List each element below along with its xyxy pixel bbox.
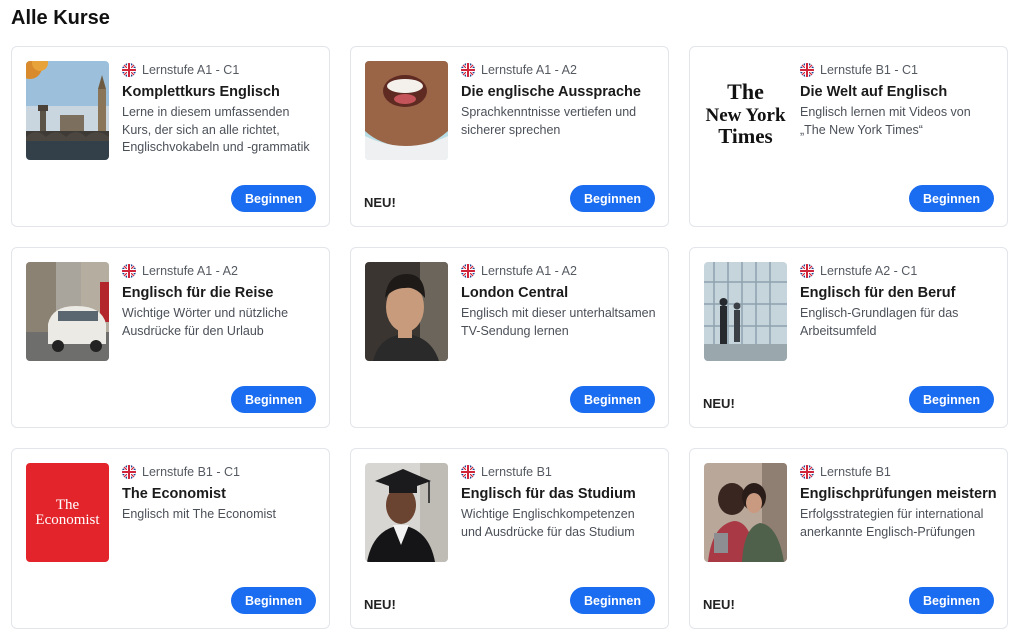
course-title: Englisch für die Reise (122, 285, 274, 301)
course-title: Englisch für den Beruf (800, 285, 956, 301)
start-button[interactable]: Beginnen (909, 386, 994, 413)
course-card[interactable]: The New York Times Lernstufe B1 - C1 Die… (689, 46, 1008, 227)
logo-line: Times (718, 124, 772, 148)
new-badge: NEU! (364, 195, 396, 210)
course-level: Lernstufe A1 - A2 (142, 264, 238, 278)
start-button[interactable]: Beginnen (570, 587, 655, 614)
course-card[interactable]: Lernstufe A1 - A2 London Central Englisc… (350, 247, 669, 428)
course-description: Englisch mit dieser unterhaltsamen TV-Se… (461, 306, 656, 338)
course-title: The Economist (122, 486, 226, 502)
course-level: Lernstufe B1 - C1 (820, 63, 918, 77)
start-button[interactable]: Beginnen (570, 386, 655, 413)
start-button[interactable]: Beginnen (231, 386, 316, 413)
course-title: Englisch für das Studium (461, 486, 636, 502)
uk-flag-icon (122, 63, 136, 77)
course-card[interactable]: Lernstufe A1 - A2 Englisch für die Reise… (11, 247, 330, 428)
course-level: Lernstufe A2 - C1 (820, 264, 918, 278)
man-portrait-image (365, 262, 448, 361)
course-description: Englisch lernen mit Videos von „The New … (800, 105, 971, 137)
course-grid: Lernstufe A1 - C1 Komplettkurs Englisch … (11, 46, 1008, 629)
course-title: London Central (461, 285, 569, 301)
course-title: Die Welt auf Englisch (800, 84, 948, 100)
new-badge: NEU! (703, 396, 735, 411)
new-badge: NEU! (364, 597, 396, 612)
london-taxi-image (26, 262, 109, 361)
course-description: Erfolgsstrategien für international aner… (800, 507, 984, 539)
course-description: Wichtige Englischkompetenzen und Ausdrüc… (461, 507, 635, 539)
course-description: Englisch-Grundlagen für das Arbeitsumfel… (800, 306, 959, 338)
course-card[interactable]: Lernstufe A1 - A2 Die englische Aussprac… (350, 46, 669, 227)
uk-flag-icon (461, 63, 475, 77)
logo-line: Economist (35, 512, 100, 528)
logo-line: The (56, 497, 80, 513)
course-level: Lernstufe B1 (481, 465, 552, 479)
economist-logo: The Economist (26, 463, 109, 562)
course-description: Sprachkenntnisse vertiefen und sicherer … (461, 105, 637, 137)
page-title: Alle Kurse (11, 7, 110, 29)
course-title: Komplettkurs Englisch (122, 84, 280, 100)
uk-flag-icon (800, 465, 814, 479)
new-badge: NEU! (703, 597, 735, 612)
course-card[interactable]: Lernstufe A2 - C1 Englisch für den Beruf… (689, 247, 1008, 428)
course-level: Lernstufe B1 - C1 (142, 465, 240, 479)
course-card[interactable]: Lernstufe B1 Englischprüfungen meistern … (689, 448, 1008, 629)
course-description: Lerne in diesem umfassenden Kurs, der si… (122, 105, 310, 154)
course-level: Lernstufe B1 (820, 465, 891, 479)
course-card[interactable]: The Economist Lernstufe B1 - C1 The Econ… (11, 448, 330, 629)
course-card[interactable]: Lernstufe B1 Englisch für das Studium Wi… (350, 448, 669, 629)
graduate-image (365, 463, 448, 562)
course-level: Lernstufe A1 - A2 (481, 63, 577, 77)
logo-line: The (727, 79, 764, 104)
start-button[interactable]: Beginnen (909, 185, 994, 212)
start-button[interactable]: Beginnen (231, 587, 316, 614)
smiling-mouth-image (365, 61, 448, 160)
course-title: Englischprüfungen meistern (800, 486, 997, 502)
course-description: Wichtige Wörter und nützliche Ausdrücke … (122, 306, 289, 338)
new-york-times-logo: The New York Times (704, 61, 787, 160)
course-level: Lernstufe A1 - A2 (481, 264, 577, 278)
start-button[interactable]: Beginnen (909, 587, 994, 614)
start-button[interactable]: Beginnen (570, 185, 655, 212)
course-level: Lernstufe A1 - C1 (142, 63, 240, 77)
uk-flag-icon (461, 465, 475, 479)
uk-flag-icon (800, 63, 814, 77)
course-card[interactable]: Lernstufe A1 - C1 Komplettkurs Englisch … (11, 46, 330, 227)
logo-line: New York (705, 105, 785, 126)
uk-flag-icon (122, 264, 136, 278)
start-button[interactable]: Beginnen (231, 185, 316, 212)
uk-flag-icon (800, 264, 814, 278)
course-title: Die englische Aussprache (461, 84, 641, 100)
london-bridge-image (26, 61, 109, 160)
uk-flag-icon (461, 264, 475, 278)
office-building-image (704, 262, 787, 361)
students-hug-image (704, 463, 787, 562)
course-description: Englisch mit The Economist (122, 507, 276, 521)
uk-flag-icon (122, 465, 136, 479)
